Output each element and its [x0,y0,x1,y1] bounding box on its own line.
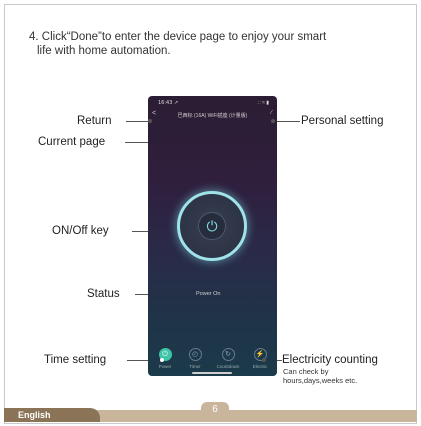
time-setting-leader-dot [160,358,164,362]
time-setting-label: Time setting [44,354,107,366]
return-leader-line [126,121,150,122]
tab-power-label: Power [158,364,172,369]
tab-electric[interactable]: ⚡ Electric [248,348,272,369]
edit-icon[interactable]: ∕ [271,110,272,116]
instruction-text: 4. Click“Done”to enter the device page t… [29,30,399,58]
language-tab: English [4,408,100,422]
phone-title-bar: < 巴西标 (16A) WiFi插座 (计量版) ∕ [148,110,277,120]
instruction-line-1: 4. Click“Done”to enter the device page t… [29,31,327,43]
instruction-line-2: life with home automation. [37,45,171,57]
power-icon: ⏻ [198,212,226,240]
on-off-key-label: ON/Off key [52,225,109,237]
tab-countdown[interactable]: ↻ Countdown [216,348,240,369]
return-leader-dot [148,119,152,123]
tab-timer-label: Timer [189,364,201,369]
status-label: Status [87,288,120,300]
phone-screenshot: 16:43 ↗ ∷ ≈ ▮ < 巴西标 (16A) WiFi插座 (计量版) ∕… [148,96,277,376]
electricity-leader-dot [262,358,266,362]
page-number: 6 [201,402,229,420]
status-icons: ∷ ≈ ▮ [257,100,269,106]
tab-countdown-label: Countdown [216,364,240,369]
electricity-note: Can check by hours,days,weeks etc. [283,367,358,385]
tab-power[interactable]: ⏻ Power [153,348,177,369]
device-title: 巴西标 (16A) WiFi插座 (计量版) [177,113,248,119]
personal-setting-leader-line [273,121,300,122]
timer-icon: ◴ [188,348,202,361]
power-button[interactable]: ⏻ [177,191,247,261]
countdown-icon: ↻ [221,348,235,361]
status-time: 16:43 ↗ [158,100,179,106]
electricity-note-line-2: hours,days,weeks etc. [283,375,358,385]
phone-status-bar: 16:43 ↗ ∷ ≈ ▮ [148,100,277,108]
power-status-text: Power On [196,291,221,297]
tab-timer[interactable]: ◴ Timer [183,348,207,369]
home-indicator [192,372,232,374]
tab-electric-label: Electric [252,364,268,369]
personal-setting-leader-dot [271,119,275,123]
electricity-counting-label: Electricity counting [282,354,378,366]
current-page-label: Current page [38,136,106,148]
return-label: Return [77,115,112,127]
personal-setting-label: Personal setting [301,115,384,127]
